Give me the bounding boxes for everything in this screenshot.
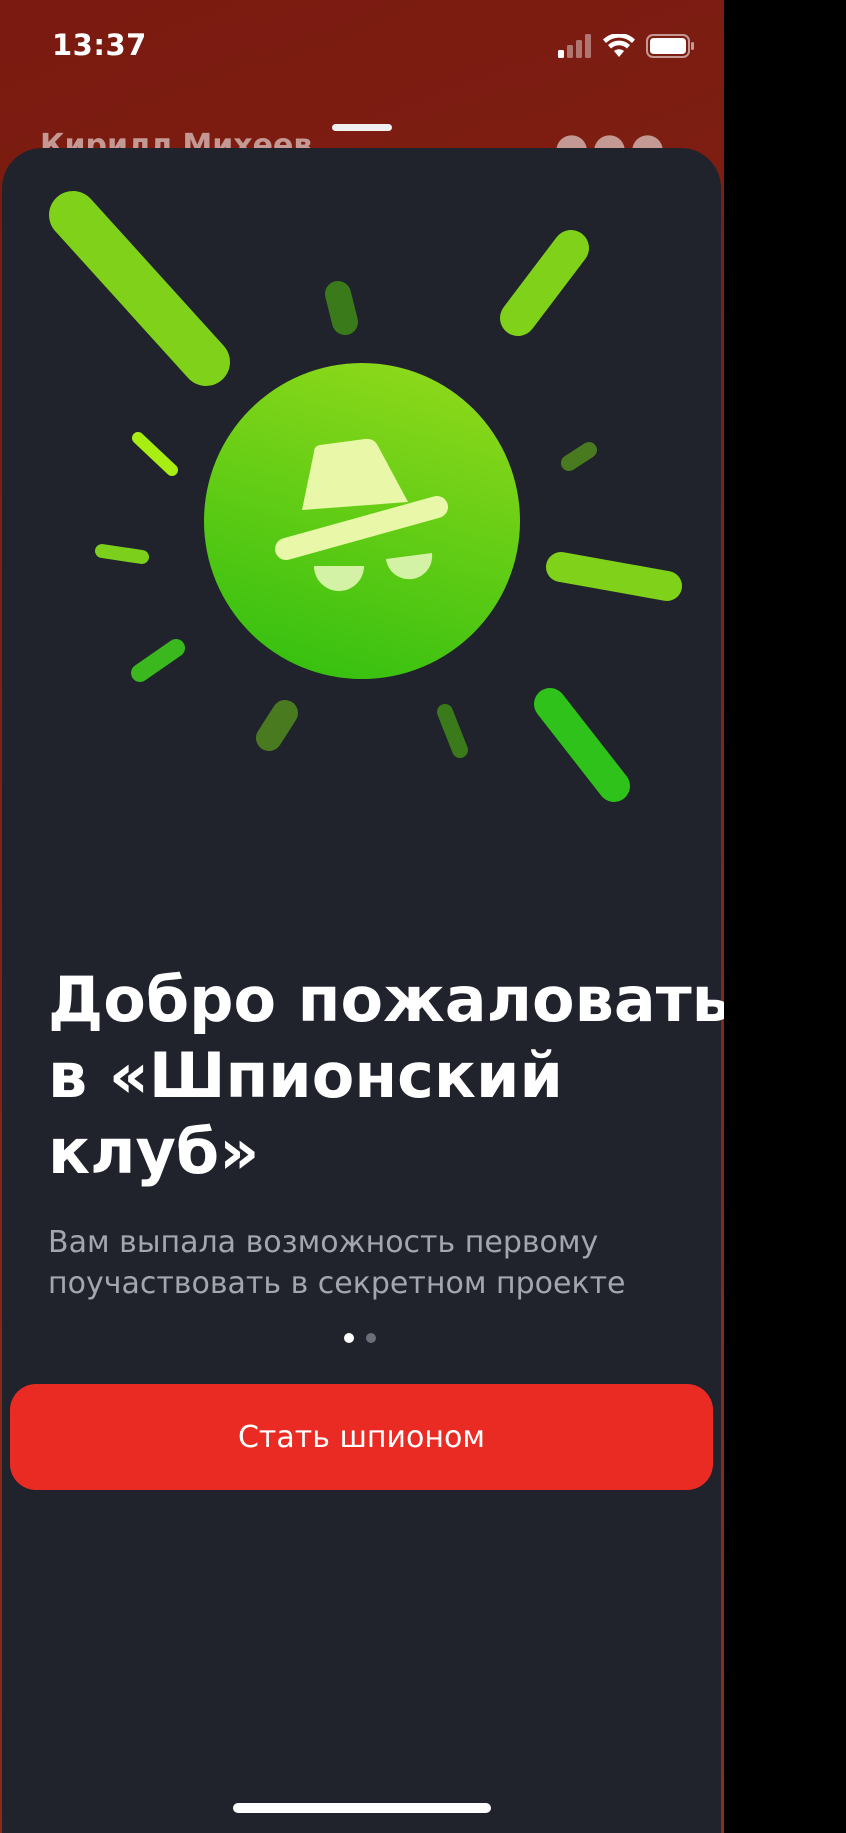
welcome-subtitle-line: поучаствовать в секретном проекте [48, 1266, 626, 1301]
welcome-subtitle-line: Вам выпала возможность первому [48, 1225, 599, 1260]
welcome-subtitle: Вам выпала возможность первому поучаство… [48, 1222, 688, 1304]
status-time: 13:37 [52, 28, 147, 62]
cellular-signal-icon [558, 34, 591, 58]
page-dot-inactive[interactable] [366, 1333, 376, 1343]
become-spy-button[interactable]: Стать шпионом [10, 1384, 713, 1490]
welcome-title: Добро пожаловать в «Шпионский клуб» [48, 962, 724, 1190]
welcome-title-line: в «Шпионский [48, 1039, 563, 1112]
battery-icon [646, 34, 694, 58]
welcome-title-line: клуб» [48, 1115, 260, 1188]
wifi-icon [603, 34, 635, 57]
page-dot-active[interactable] [344, 1333, 354, 1343]
spy-illustration [49, 191, 682, 802]
app-screen: 13:37 Кирилл Михеев ●●● [0, 0, 724, 1833]
home-indicator[interactable] [233, 1803, 491, 1813]
welcome-title-line: Добро пожаловать [48, 963, 724, 1036]
status-bar: 13:37 [0, 0, 724, 100]
sheet-grabber[interactable] [332, 124, 392, 131]
